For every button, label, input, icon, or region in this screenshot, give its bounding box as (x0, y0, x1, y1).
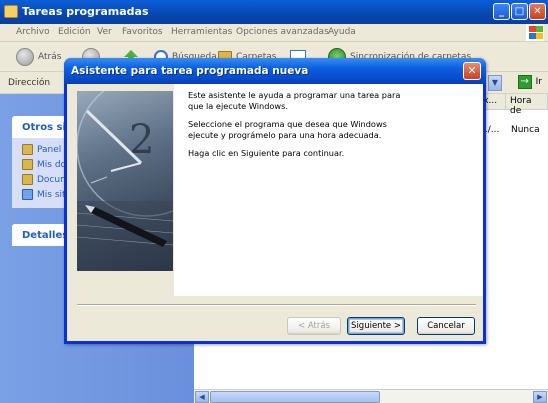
back-arrow-icon (16, 48, 34, 66)
folder-icon (22, 174, 33, 185)
cell-next-run: Nunca (511, 125, 540, 135)
scheduled-tasks-folder-icon (4, 5, 18, 18)
explorer-titlebar: Tareas programadas _ □ ✕ (0, 0, 548, 24)
scroll-left-icon[interactable]: ◀ (195, 391, 209, 403)
address-label: Dirección (8, 78, 51, 88)
back-wizard-button[interactable]: < Atrás (287, 317, 341, 335)
menu-ver[interactable]: Ver (97, 27, 112, 37)
wizard-title: Asistente para tarea programada nueva (71, 65, 309, 77)
back-label: Atrás (38, 52, 62, 62)
wizard-titlebar: Asistente para tarea programada nueva ✕ (64, 58, 486, 84)
explorer-close-button[interactable]: ✕ (529, 3, 546, 20)
documents-icon (22, 159, 33, 170)
scroll-right-icon[interactable]: ▶ (533, 391, 547, 403)
network-icon (22, 189, 33, 200)
cancel-wizard-button[interactable]: Cancelar (417, 317, 475, 335)
scheduled-task-wizard-dialog: Asistente para tarea programada nueva ✕ … (64, 58, 486, 344)
clock-and-pen-illustration: 2 (77, 91, 173, 271)
wizard-clock-pen-image: 2 (77, 91, 173, 271)
horizontal-scrollbar[interactable]: ◀ ▶ (194, 389, 548, 403)
go-label: Ir (535, 77, 542, 87)
control-panel-icon (22, 144, 33, 155)
minimize-button[interactable]: _ (493, 3, 510, 20)
menu-bar: Archivo Edición Ver Favoritos Herramient… (0, 24, 548, 42)
windows-logo-icon (526, 24, 544, 41)
wizard-separator (77, 304, 476, 306)
next-wizard-button[interactable]: Siguiente > (347, 317, 405, 335)
go-button[interactable]: → Ir (517, 75, 542, 89)
menu-opciones-avanzadas[interactable]: Opciones avanzadas (236, 27, 329, 37)
wizard-continue-text: Haga clic en Siguiente para continuar. (188, 148, 345, 158)
address-dropdown-button[interactable]: ▼ (488, 75, 502, 91)
explorer-title: Tareas programadas (22, 5, 149, 18)
back-button[interactable]: Atrás (16, 47, 61, 67)
menu-ayuda[interactable]: Ayuda (328, 27, 356, 37)
link-label: Mis do (37, 159, 67, 170)
maximize-button[interactable]: □ (511, 3, 528, 20)
menu-edicion[interactable]: Edición (58, 27, 91, 37)
wizard-intro-text: Este asistente le ayuda a programar una … (188, 90, 401, 111)
scroll-thumb[interactable] (210, 391, 380, 403)
go-arrow-icon: → (517, 75, 532, 89)
wizard-instructions-text: Seleccione el programa que desea que Win… (188, 119, 387, 140)
wizard-close-button[interactable]: ✕ (463, 62, 481, 80)
menu-archivo[interactable]: Archivo (16, 27, 50, 37)
menu-herramientas[interactable]: Herramientas (171, 27, 232, 37)
wizard-content: Este asistente le ayuda a programar una … (174, 84, 483, 296)
menu-favoritos[interactable]: Favoritos (122, 27, 163, 37)
column-header-next-run[interactable]: Hora de (506, 94, 548, 116)
